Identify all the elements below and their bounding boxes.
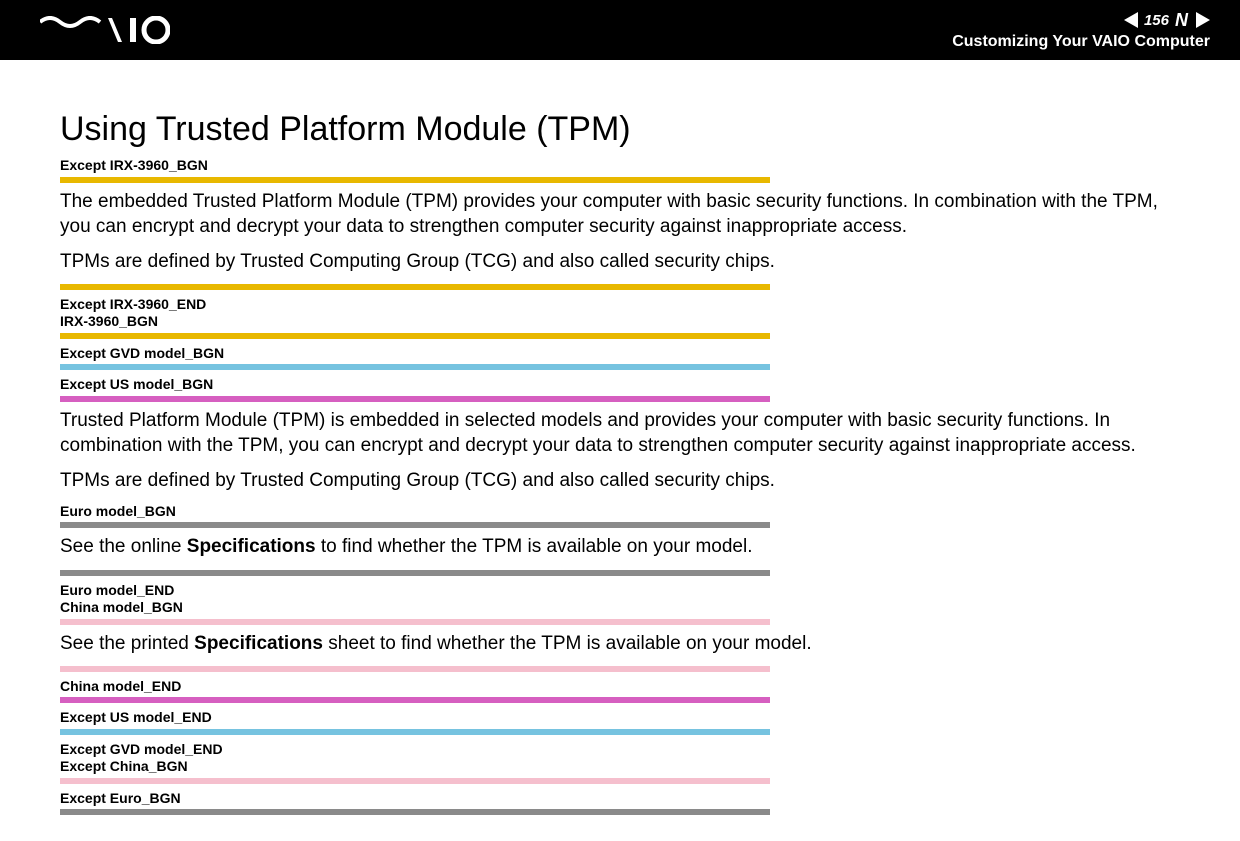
page-nav: 156 N bbox=[952, 10, 1210, 31]
tag-china-bgn: China model_BGN bbox=[60, 599, 1180, 617]
rule-blue bbox=[60, 364, 770, 370]
rule-pink bbox=[60, 778, 770, 784]
section-title: Customizing Your VAIO Computer bbox=[952, 33, 1210, 51]
tag-china-end: China model_END bbox=[60, 678, 1180, 696]
vaio-logo-svg bbox=[40, 16, 170, 44]
rule-yellow bbox=[60, 177, 770, 183]
vaio-logo bbox=[40, 16, 170, 44]
text-post: to find whether the TPM is available on … bbox=[316, 536, 753, 557]
rule-yellow bbox=[60, 284, 770, 290]
nav-next-icon[interactable] bbox=[1196, 12, 1210, 28]
para-spec-online: See the online Specifications to find wh… bbox=[60, 534, 1180, 559]
page-content: Using Trusted Platform Module (TPM) Exce… bbox=[0, 60, 1240, 841]
text-bold: Specifications bbox=[194, 633, 323, 654]
rule-magenta bbox=[60, 697, 770, 703]
para-intro-2: TPMs are defined by Trusted Computing Gr… bbox=[60, 249, 1180, 274]
rule-grey bbox=[60, 809, 770, 815]
text-bold: Specifications bbox=[187, 536, 316, 557]
page-title: Using Trusted Platform Module (TPM) bbox=[60, 110, 1180, 149]
tag-except-gvd-end: Except GVD model_END bbox=[60, 741, 1180, 759]
tag-except-irx-bgn: Except IRX-3960_BGN bbox=[60, 157, 1180, 175]
rule-blue bbox=[60, 729, 770, 735]
tag-except-euro-bgn: Except Euro_BGN bbox=[60, 790, 1180, 808]
nav-N: N bbox=[1175, 10, 1190, 31]
para-spec-printed: See the printed Specifications sheet to … bbox=[60, 631, 1180, 656]
rule-pink bbox=[60, 619, 770, 625]
text-post: sheet to find whether the TPM is availab… bbox=[323, 633, 812, 654]
tag-except-us-end: Except US model_END bbox=[60, 709, 1180, 727]
document-header: 156 N Customizing Your VAIO Computer bbox=[0, 0, 1240, 60]
text-pre: See the online bbox=[60, 536, 187, 557]
page-number: 156 bbox=[1144, 12, 1169, 29]
header-right: 156 N Customizing Your VAIO Computer bbox=[952, 10, 1210, 51]
para-body-1: Trusted Platform Module (TPM) is embedde… bbox=[60, 408, 1180, 458]
para-intro-1: The embedded Trusted Platform Module (TP… bbox=[60, 189, 1180, 239]
nav-prev-icon[interactable] bbox=[1124, 12, 1138, 28]
para-body-2: TPMs are defined by Trusted Computing Gr… bbox=[60, 468, 1180, 493]
text-pre: See the printed bbox=[60, 633, 194, 654]
tag-euro-end: Euro model_END bbox=[60, 582, 1180, 600]
rule-yellow bbox=[60, 333, 770, 339]
rule-grey bbox=[60, 522, 770, 528]
rule-pink bbox=[60, 666, 770, 672]
rule-grey bbox=[60, 570, 770, 576]
tag-euro-bgn: Euro model_BGN bbox=[60, 503, 1180, 521]
tag-except-gvd-bgn: Except GVD model_BGN bbox=[60, 345, 1180, 363]
rule-magenta bbox=[60, 396, 770, 402]
tag-except-us-bgn: Except US model_BGN bbox=[60, 376, 1180, 394]
tag-except-china-bgn: Except China_BGN bbox=[60, 758, 1180, 776]
tag-irx-bgn: IRX-3960_BGN bbox=[60, 313, 1180, 331]
tag-except-irx-end: Except IRX-3960_END bbox=[60, 296, 1180, 314]
